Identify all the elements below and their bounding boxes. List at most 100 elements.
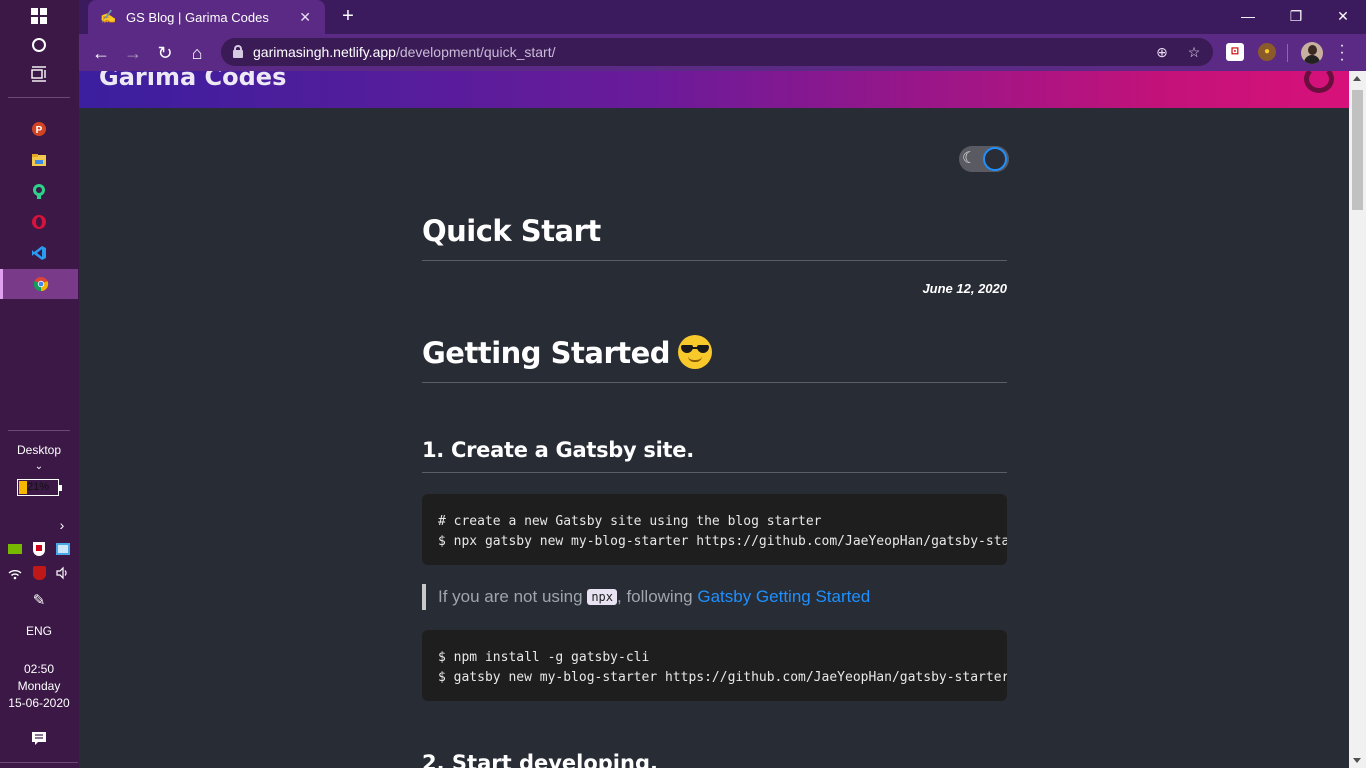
url-host: garimasingh.netlify.app <box>253 44 396 60</box>
toggle-knob <box>983 147 1007 171</box>
wifi-icon <box>8 570 22 580</box>
clock-day[interactable]: Monday <box>0 679 78 693</box>
close-window-button[interactable]: ✕ <box>1320 4 1366 28</box>
profile-avatar[interactable] <box>1301 42 1323 64</box>
title-divider <box>422 260 1007 261</box>
more-menu-icon[interactable]: · · · <box>1337 38 1347 68</box>
minimize-button[interactable]: — <box>1225 4 1271 28</box>
search-button[interactable] <box>0 30 78 60</box>
powerpoint-icon: P <box>32 122 46 136</box>
taskbar-app-powerpoint[interactable]: P <box>0 114 78 144</box>
reload-button[interactable]: ↻ <box>151 39 179 67</box>
clock-time[interactable]: 02:50 <box>0 662 78 676</box>
security-shield-icon[interactable] <box>31 541 47 557</box>
scrollbar-thumb[interactable] <box>1352 90 1363 210</box>
quote-text: , following <box>617 587 698 606</box>
battery-indicator[interactable]: 21% <box>17 479 62 496</box>
volume-icon[interactable] <box>55 565 71 581</box>
add-circle-icon[interactable]: ⊕ <box>1152 42 1172 62</box>
chevron-double-down-icon[interactable]: ⌄ <box>0 461 78 472</box>
taskbar-separator <box>8 97 70 98</box>
quote-text: If you are not using <box>438 587 588 606</box>
cortana-circle-icon <box>32 38 46 52</box>
speaker-icon <box>56 566 67 580</box>
address-bar[interactable]: garimasingh.netlify.app/development/quic… <box>221 38 1213 66</box>
post-date: June 12, 2020 <box>922 281 1007 296</box>
tab-strip: ✍ GS Blog | Garima Codes ✕ + — ❐ ✕ <box>79 0 1366 34</box>
new-tab-button[interactable]: + <box>337 6 359 28</box>
task-view-icon <box>31 66 46 82</box>
code-block[interactable]: # create a new Gatsby site using the blo… <box>422 494 1007 565</box>
moon-icon: ☾ <box>962 150 977 167</box>
writing-hand-icon: ✍ <box>100 9 117 24</box>
extension-cookie-icon[interactable]: ● <box>1258 43 1276 61</box>
opera-icon <box>32 215 46 229</box>
notifications-icon[interactable] <box>31 730 47 746</box>
pen-ink-icon[interactable]: ✎ <box>31 592 47 609</box>
home-button[interactable]: ⌂ <box>183 39 211 67</box>
chrome-icon <box>33 277 48 292</box>
url-text[interactable]: garimasingh.netlify.app/development/quic… <box>253 44 555 60</box>
forward-button[interactable]: → <box>119 39 147 67</box>
url-path: /development/quick_start/ <box>395 44 556 60</box>
input-language[interactable]: ENG <box>0 624 78 638</box>
step-heading: 1. Create a Gatsby site. <box>422 438 694 462</box>
chrome-window: ✍ GS Blog | Garima Codes ✕ + — ❐ ✕ ← → ↻… <box>79 0 1366 768</box>
section-heading: Getting Started <box>422 335 713 370</box>
github-icon[interactable] <box>1304 71 1334 93</box>
code-line: $ npm install -g gatsby-cli <box>438 650 650 665</box>
extension-pocket-icon[interactable]: ⊡ <box>1226 43 1244 61</box>
taskbar-separator <box>8 430 70 431</box>
inline-code: npx <box>587 589 618 605</box>
battery-nub <box>59 485 62 491</box>
network-monitor-icon[interactable] <box>55 541 71 557</box>
action-center-icon <box>32 732 46 745</box>
scroll-down-arrow-icon[interactable] <box>1353 758 1361 763</box>
close-tab-icon[interactable]: ✕ <box>299 9 311 26</box>
page-scrollbar[interactable] <box>1349 71 1366 768</box>
step-heading: 2. Start developing. <box>422 751 658 768</box>
clock-date[interactable]: 15-06-2020 <box>0 696 78 710</box>
taskbar-separator <box>0 762 78 763</box>
podcast-icon <box>33 184 45 199</box>
scroll-up-arrow-icon[interactable] <box>1353 76 1361 81</box>
mcafee-icon[interactable] <box>31 565 47 581</box>
theme-toggle[interactable]: ☾ <box>959 146 1009 172</box>
tab-gs-blog[interactable]: ✍ GS Blog | Garima Codes ✕ <box>88 0 325 34</box>
file-explorer-icon <box>32 154 46 166</box>
gatsby-getting-started-link[interactable]: Gatsby Getting Started <box>697 587 870 606</box>
code-line: # create a new Gatsby site using the blo… <box>438 514 822 529</box>
desktop-toolbar-label[interactable]: Desktop <box>0 443 78 457</box>
nvidia-icon[interactable] <box>7 541 23 557</box>
restore-button[interactable]: ❐ <box>1273 4 1319 28</box>
wifi-icon[interactable] <box>7 565 23 581</box>
tab-title: GS Blog | Garima Codes <box>126 9 269 25</box>
taskbar-app-chrome[interactable] <box>0 269 78 299</box>
code-line: $ npx gatsby new my-blog-starter https:/… <box>438 534 1007 549</box>
taskbar-app-file-explorer[interactable] <box>0 145 78 175</box>
toolbar-divider <box>1287 44 1288 62</box>
blockquote: If you are not using npx, following Gats… <box>422 584 1007 610</box>
svg-text:P: P <box>36 125 43 136</box>
smiling-face-with-sunglasses-icon <box>678 335 713 369</box>
chevron-right-icon[interactable]: › <box>54 517 70 533</box>
bookmark-star-icon[interactable]: ☆ <box>1184 42 1204 62</box>
code-block[interactable]: $ npm install -g gatsby-cli $ gatsby new… <box>422 630 1007 701</box>
taskbar-app-vscode[interactable] <box>0 238 78 268</box>
back-button[interactable]: ← <box>87 39 115 67</box>
windows-taskbar: P Desktop ⌄ 21% › ✎ ENG 02:50 Monday 15-… <box>0 0 79 768</box>
browser-toolbar: ← → ↻ ⌂ garimasingh.netlify.app/developm… <box>79 34 1366 71</box>
code-line: $ gatsby new my-blog-starter https://git… <box>438 670 1007 685</box>
site-title[interactable]: Garima Codes <box>99 71 286 91</box>
taskbar-app-opera[interactable] <box>0 207 78 237</box>
battery-percent: 21% <box>26 481 50 493</box>
vscode-icon <box>32 246 46 260</box>
page-viewport[interactable]: Garima Codes ☾ Quick Start June 12, 2020… <box>79 71 1349 768</box>
start-button[interactable] <box>0 1 78 31</box>
task-view-button[interactable] <box>0 59 78 89</box>
post-title: Quick Start <box>422 214 601 248</box>
taskbar-app-podcast[interactable] <box>0 176 78 206</box>
section-divider <box>422 382 1007 383</box>
windows-logo-icon <box>31 8 47 24</box>
lock-icon[interactable] <box>233 45 243 58</box>
